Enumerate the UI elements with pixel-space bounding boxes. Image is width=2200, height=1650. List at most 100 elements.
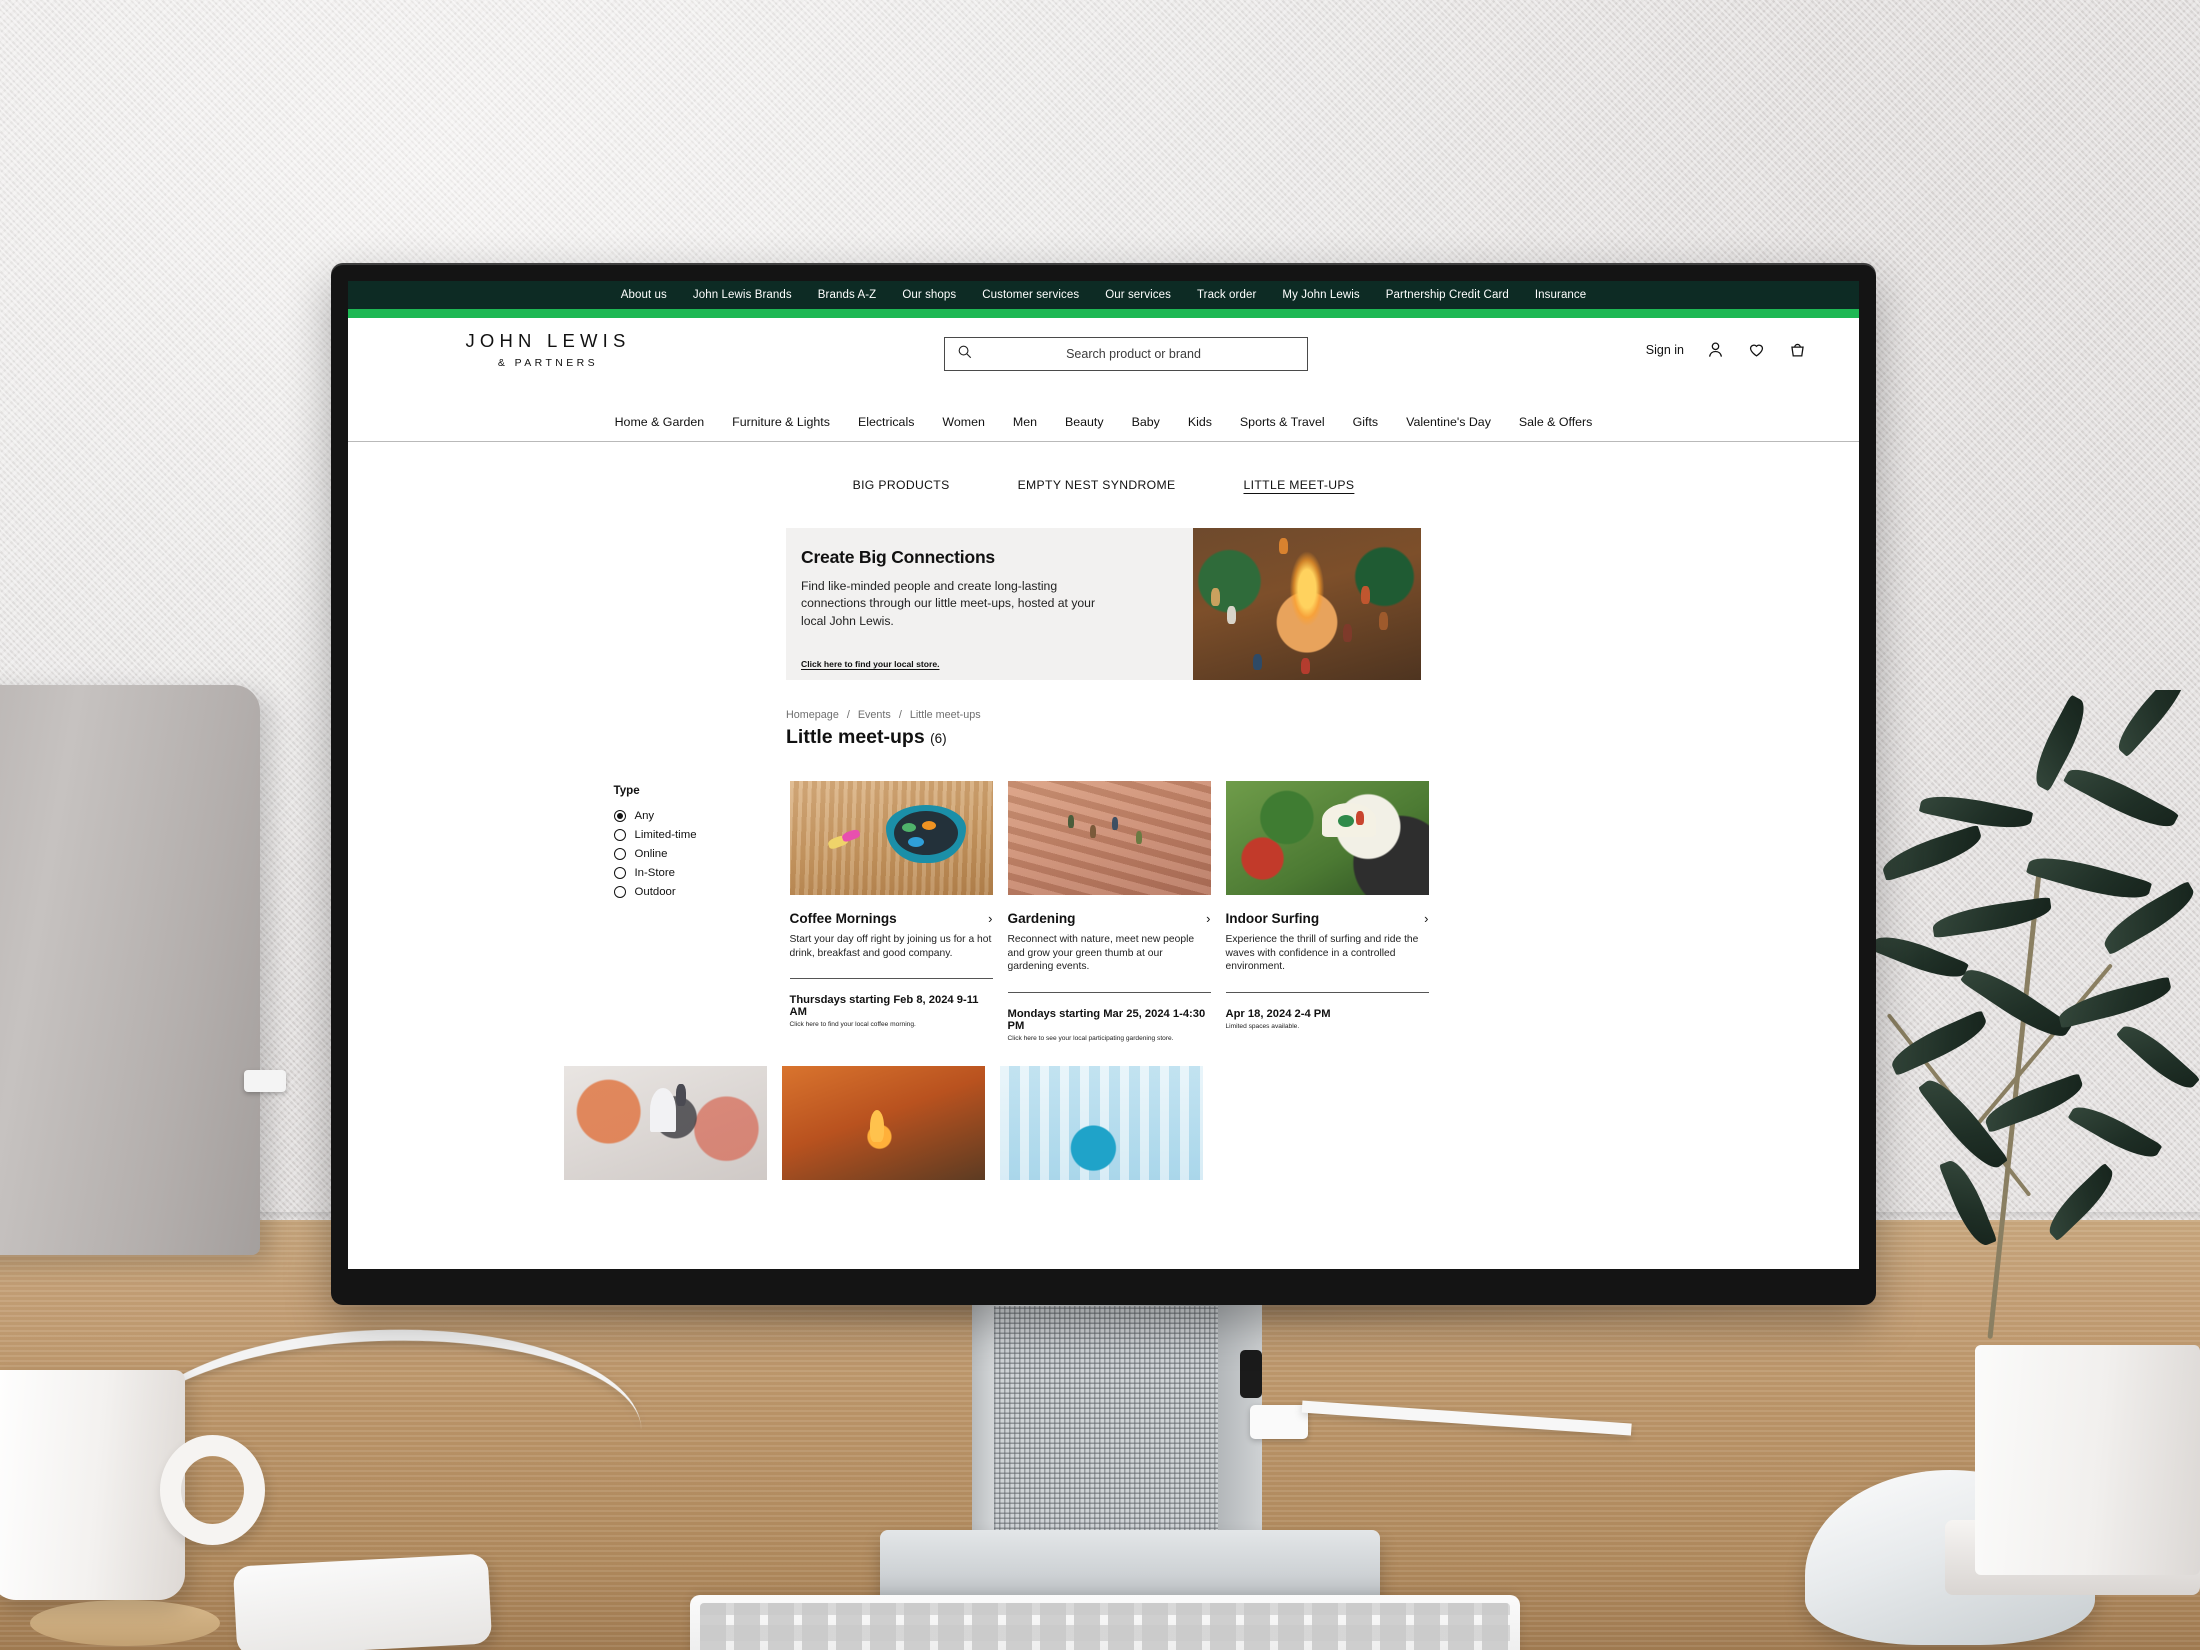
keyboard <box>690 1595 1520 1650</box>
main-nav-item-men[interactable]: Men <box>1013 415 1037 429</box>
chevron-right-icon[interactable]: › <box>1206 911 1210 926</box>
smartphone <box>232 1553 493 1650</box>
masthead: JOHN LEWIS & PARTNERS Search product or … <box>348 318 1859 402</box>
event-card-image[interactable] <box>1000 1066 1203 1181</box>
basket-icon[interactable] <box>1788 340 1807 359</box>
event-card[interactable]: Gardening › Reconnect with nature, meet … <box>1007 781 1211 1042</box>
hero-banner: Create Big Connections Find like-minded … <box>786 528 1421 680</box>
account-actions: Sign in <box>1646 340 1807 359</box>
breadcrumb: Homepage / Events / Little meet-ups <box>786 709 1421 721</box>
closed-laptop <box>0 685 286 1255</box>
main-nav-item-valentines-day[interactable]: Valentine's Day <box>1406 415 1491 429</box>
brand-green-rule <box>348 309 1859 318</box>
search-placeholder: Search product or brand <box>1066 347 1201 361</box>
main-nav-item-home-garden[interactable]: Home & Garden <box>615 415 705 429</box>
heart-icon[interactable] <box>1747 340 1766 359</box>
brand-logo[interactable]: JOHN LEWIS & PARTNERS <box>408 330 688 369</box>
filter-option-any[interactable]: Any <box>613 806 790 825</box>
monitor: About us John Lewis Brands Brands A-Z Ou… <box>331 263 1876 1305</box>
event-card-grid-row2 <box>564 1066 1624 1181</box>
chevron-right-icon[interactable]: › <box>988 911 992 926</box>
sub-nav: BIG PRODUCTS EMPTY NEST SYNDROME LITTLE … <box>348 442 1859 528</box>
coffee-mug <box>0 1370 185 1600</box>
chevron-right-icon[interactable]: › <box>1424 911 1428 926</box>
page-title-text: Little meet-ups <box>786 726 925 748</box>
filter-option-limited-time[interactable]: Limited-time <box>613 825 790 844</box>
main-nav-item-women[interactable]: Women <box>942 415 984 429</box>
page-title: Little meet-ups (6) <box>786 726 1421 749</box>
breadcrumb-item-little-meet-ups[interactable]: Little meet-ups <box>910 709 981 721</box>
main-nav-item-gifts[interactable]: Gifts <box>1353 415 1378 429</box>
main-nav-item-beauty[interactable]: Beauty <box>1065 415 1104 429</box>
utility-nav-item[interactable]: Track order <box>1197 289 1256 301</box>
filter-option-in-store[interactable]: In-Store <box>613 863 790 882</box>
brand-logo-line1: JOHN LEWIS <box>465 330 631 351</box>
event-card[interactable]: Coffee Mornings › Start your day off rig… <box>789 781 993 1042</box>
user-icon[interactable] <box>1706 340 1725 359</box>
filter-panel: Type Any Limited-time Online In-Store Ou… <box>613 781 790 1042</box>
utility-nav-item[interactable]: Partnership Credit Card <box>1386 289 1509 301</box>
hero-text-panel: Create Big Connections Find like-minded … <box>786 528 1193 680</box>
event-card-description: Experience the thrill of surfing and rid… <box>1225 934 1419 973</box>
sign-in-label[interactable]: Sign in <box>1646 343 1684 357</box>
event-card-image <box>1007 781 1211 895</box>
sub-nav-item-empty-nest-syndrome[interactable]: EMPTY NEST SYNDROME <box>1018 478 1176 492</box>
utility-nav-item[interactable]: Insurance <box>1535 289 1586 301</box>
event-card-image <box>1225 781 1429 895</box>
breadcrumb-item-events[interactable]: Events <box>858 709 891 721</box>
sub-nav-item-big-products[interactable]: BIG PRODUCTS <box>853 478 950 492</box>
utility-nav: About us John Lewis Brands Brands A-Z Ou… <box>348 281 1859 309</box>
radio-icon[interactable] <box>613 866 626 879</box>
radio-icon[interactable] <box>613 847 626 860</box>
webpage: About us John Lewis Brands Brands A-Z Ou… <box>348 281 1859 1269</box>
utility-nav-item[interactable]: Brands A-Z <box>818 289 877 301</box>
event-card-note[interactable]: Click here to find your local coffee mor… <box>790 1021 993 1028</box>
utility-nav-item[interactable]: My John Lewis <box>1282 289 1359 301</box>
radio-icon[interactable] <box>613 809 626 822</box>
radio-icon[interactable] <box>613 885 626 898</box>
search-input[interactable]: Search product or brand <box>944 337 1308 371</box>
filter-option-label: Limited-time <box>634 828 697 841</box>
hero-image <box>1193 528 1421 680</box>
utility-nav-item[interactable]: Our shops <box>902 289 956 301</box>
event-card-divider <box>1225 992 1429 994</box>
event-card-divider <box>789 978 993 980</box>
main-nav-item-sports-travel[interactable]: Sports & Travel <box>1240 415 1325 429</box>
event-card-grid: Coffee Mornings › Start your day off rig… <box>789 781 1634 1042</box>
hero-title: Create Big Connections <box>801 547 995 567</box>
event-card-header: Gardening › <box>1008 911 1211 926</box>
event-card[interactable]: Indoor Surfing › Experience the thrill o… <box>1225 781 1429 1042</box>
breadcrumb-separator: / <box>898 709 902 721</box>
utility-nav-item[interactable]: John Lewis Brands <box>693 289 792 301</box>
hero-store-link[interactable]: Click here to find your local store. <box>801 659 940 669</box>
filter-option-label: Any <box>634 809 655 822</box>
utility-nav-item[interactable]: About us <box>621 289 667 301</box>
mug-coaster <box>30 1600 220 1646</box>
main-nav: Home & Garden Furniture & Lights Electri… <box>348 402 1859 442</box>
main-nav-item-kids[interactable]: Kids <box>1188 415 1212 429</box>
sub-nav-item-little-meet-ups[interactable]: LITTLE MEET-UPS <box>1243 478 1354 492</box>
monitor-screen: About us John Lewis Brands Brands A-Z Ou… <box>348 281 1859 1269</box>
event-card-image[interactable] <box>782 1066 985 1181</box>
utility-nav-item[interactable]: Our services <box>1105 289 1171 301</box>
olive-plant <box>1862 690 2200 1370</box>
event-card-schedule: Mondays starting Mar 25, 2024 1-4:30 PM <box>1007 1008 1206 1033</box>
breadcrumb-item-homepage[interactable]: Homepage <box>786 709 839 721</box>
main-nav-item-furniture-lights[interactable]: Furniture & Lights <box>732 415 830 429</box>
filter-heading: Type <box>613 784 640 797</box>
event-card-note[interactable]: Click here to see your local participati… <box>1008 1035 1211 1042</box>
filter-option-label: Online <box>634 847 668 860</box>
event-card-image[interactable] <box>564 1066 767 1181</box>
filter-option-label: Outdoor <box>634 885 676 898</box>
main-nav-item-electricals[interactable]: Electricals <box>858 415 914 429</box>
event-card-title: Indoor Surfing <box>1225 911 1320 926</box>
main-nav-item-baby[interactable]: Baby <box>1132 415 1160 429</box>
event-card-description: Start your day off right by joining us f… <box>789 934 992 959</box>
main-nav-item-sale-offers[interactable]: Sale & Offers <box>1519 415 1592 429</box>
filter-option-outdoor[interactable]: Outdoor <box>613 882 790 901</box>
event-card-schedule: Apr 18, 2024 2-4 PM <box>1225 1008 1331 1021</box>
radio-icon[interactable] <box>613 828 626 841</box>
utility-nav-item[interactable]: Customer services <box>982 289 1079 301</box>
event-card-image <box>789 781 993 895</box>
filter-option-online[interactable]: Online <box>613 844 790 863</box>
